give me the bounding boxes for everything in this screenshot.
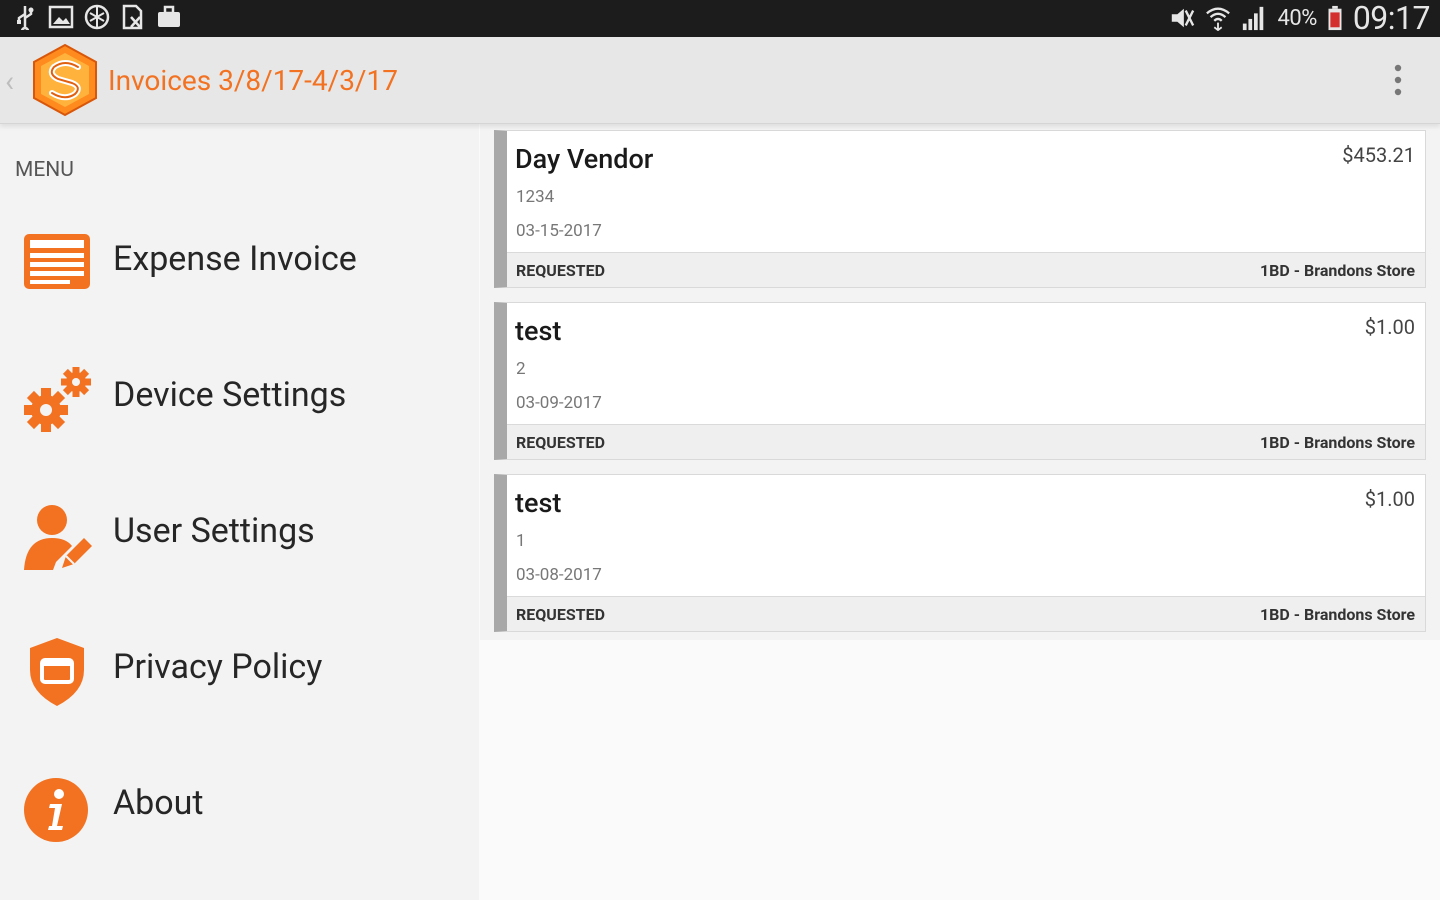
card-footer: REQUESTED 1BD - Brandons Store (507, 252, 1425, 287)
menu-item-device-settings[interactable]: Device Settings (0, 346, 479, 446)
invoice-amount: $1.00 (1364, 487, 1415, 511)
status-badge: REQUESTED (516, 605, 605, 624)
chevron-left-icon[interactable]: ‹ (5, 64, 14, 99)
menu-item-label: About (113, 783, 204, 823)
vendor-name: Day Vendor (515, 143, 654, 175)
invoice-card[interactable]: Day Vendor $453.21 1234 03-15-2017 REQUE… (494, 130, 1426, 288)
mute-icon (1172, 8, 1195, 28)
vendor-name: test (515, 487, 562, 519)
status-badge: REQUESTED (516, 261, 605, 280)
action-bar: ‹ Invoices 3/8/17-4/3/17 (0, 37, 1440, 124)
gears-icon (24, 367, 91, 432)
system-indicators: 40% 09:17 (1169, 0, 1431, 37)
status-bar: 40% 09:17 (0, 0, 1440, 37)
list-item[interactable]: Day Vendor $453.21 1234 03-15-2017 REQUE… (480, 124, 1440, 296)
document-icon (122, 4, 143, 30)
navigation-drawer: MENU Expense Invoice Device Settings Use… (0, 124, 479, 900)
store-name: 1BD - Brandons Store (1259, 261, 1415, 280)
page-title: Invoices 3/8/17-4/3/17 (108, 64, 398, 97)
more-vert-icon[interactable] (1392, 63, 1404, 97)
list-item[interactable]: test $1.00 1 03-08-2017 REQUESTED 1BD - … (480, 468, 1440, 640)
invoice-number: 1234 (516, 187, 555, 207)
invoice-list: Day Vendor $453.21 1234 03-15-2017 REQUE… (480, 124, 1440, 900)
store-name: 1BD - Brandons Store (1259, 433, 1415, 452)
store-name: 1BD - Brandons Store (1259, 605, 1415, 624)
app-logo-icon[interactable] (28, 43, 102, 117)
invoice-number: 1 (516, 531, 526, 551)
menu-item-expense-invoice[interactable]: Expense Invoice (0, 210, 479, 310)
invoice-card[interactable]: test $1.00 2 03-09-2017 REQUESTED 1BD - … (494, 302, 1426, 460)
info-icon (24, 778, 88, 842)
vendor-name: test (515, 315, 562, 347)
menu-item-label: Device Settings (113, 375, 347, 415)
menu-item-privacy-policy[interactable]: Privacy Policy (0, 618, 479, 718)
menu-item-user-settings[interactable]: User Settings (0, 482, 479, 582)
user-edit-icon (24, 505, 92, 570)
invoice-date: 03-09-2017 (516, 393, 602, 413)
usb-icon (17, 6, 34, 30)
battery-icon (1328, 5, 1342, 31)
invoice-date: 03-15-2017 (516, 221, 602, 241)
invoice-card[interactable]: test $1.00 1 03-08-2017 REQUESTED 1BD - … (494, 474, 1426, 632)
image-icon (48, 5, 74, 29)
menu-item-about[interactable]: About (0, 754, 479, 854)
wifi-icon (1206, 7, 1231, 31)
shield-icon (30, 638, 84, 706)
invoice-amount: $453.21 (1342, 143, 1415, 167)
card-footer: REQUESTED 1BD - Brandons Store (507, 596, 1425, 631)
list-item[interactable]: test $1.00 2 03-09-2017 REQUESTED 1BD - … (480, 296, 1440, 468)
app-icon (84, 4, 110, 30)
notification-icons (12, 4, 182, 30)
menu-item-label: User Settings (113, 511, 315, 551)
invoice-icon (24, 234, 90, 289)
invoice-amount: $1.00 (1364, 315, 1415, 339)
status-badge: REQUESTED (516, 433, 605, 452)
signal-icon (1243, 6, 1264, 31)
menu-heading: MENU (15, 158, 74, 182)
card-footer: REQUESTED 1BD - Brandons Store (507, 424, 1425, 459)
menu-item-label: Privacy Policy (113, 647, 323, 687)
briefcase-icon (158, 5, 180, 27)
battery-percent: 40% (1277, 5, 1317, 31)
invoice-date: 03-08-2017 (516, 565, 602, 585)
clock: 09:17 (1352, 0, 1431, 37)
invoice-number: 2 (516, 359, 526, 379)
menu-item-label: Expense Invoice (113, 239, 357, 279)
